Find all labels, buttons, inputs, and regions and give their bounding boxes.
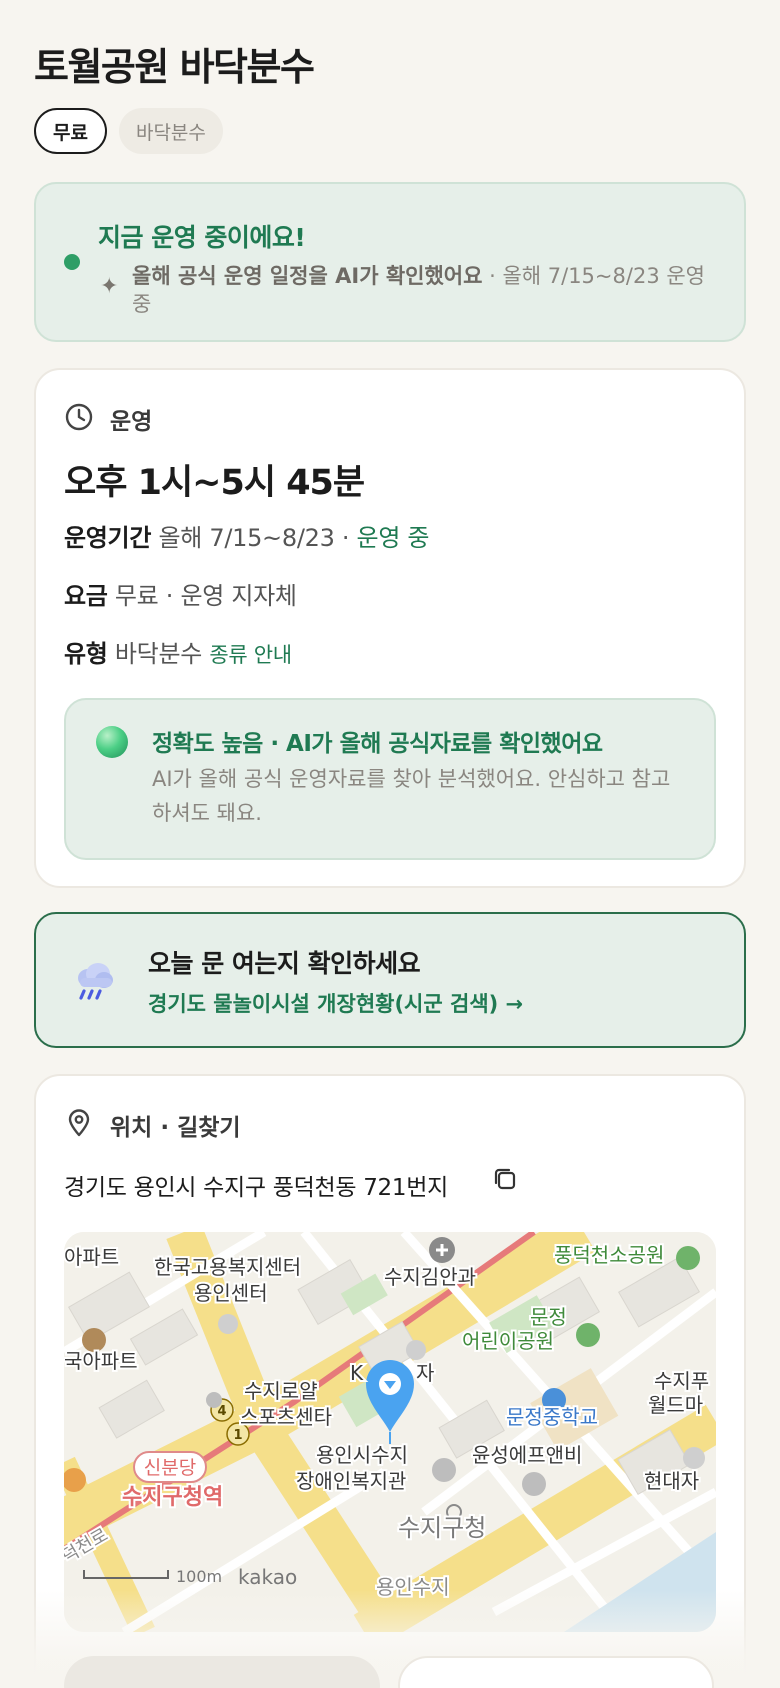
type-value: 바닥분수: [114, 640, 203, 668]
status-card: 지금 운영 중이에요! ✦ 올해 공식 운영 일정을 AI가 확인했어요 · 올…: [34, 182, 746, 342]
open-status-link[interactable]: 경기도 물놀이시설 개장현황(시군 검색) →: [148, 988, 523, 1018]
rain-cloud-icon: [72, 958, 116, 1006]
address-text: 경기도 용인시 수지구 풍덕천동 721번지: [64, 1175, 448, 1201]
period-key: 운영기간: [64, 524, 152, 552]
map-label-munjeong-school: 문정중학교: [506, 1405, 598, 1429]
location-header: 위치 · 길찾기: [64, 1108, 241, 1142]
operation-hours: 오후 1시~5시 45분: [64, 463, 365, 503]
map-label-suji-world-1: 수지푸: [654, 1369, 709, 1393]
map-label-suji-kimanwa: 수지김안과: [384, 1265, 476, 1289]
location-pin-icon: [64, 1108, 94, 1142]
map-label-suji-world-2: 월드마: [648, 1393, 703, 1417]
map-view[interactable]: 4 1 신분당 아파트 한국고용복지센터 용인센터 수지김안과 풍덕천소공원 문…: [64, 1232, 716, 1632]
map-label-suji-office: 수지구청: [398, 1514, 486, 1542]
map-label-disabled-2: 장애인복지관: [296, 1469, 406, 1493]
map-label-k: K: [350, 1361, 364, 1385]
chip-free[interactable]: 무료: [34, 108, 107, 154]
fee-key: 요금: [64, 582, 108, 610]
map-label-apartment-left: 국아파트: [64, 1349, 138, 1373]
tag-chips: 무료 바닥분수: [34, 108, 223, 154]
map-svg[interactable]: 4 1 신분당 아파트 한국고용복지센터 용인센터 수지김안과 풍덕천소공원 문…: [64, 1232, 716, 1632]
map-label-sports-2: 스포츠센타: [240, 1405, 332, 1429]
type-guide-link[interactable]: 종류 안내: [209, 643, 292, 667]
map-label-yunseong: 윤성에프앤비: [472, 1443, 582, 1467]
type-key: 유형: [64, 640, 108, 668]
map-label-apartment-top: 아파트: [64, 1245, 119, 1269]
check-open-card[interactable]: 오늘 문 여는지 확인하세요 경기도 물놀이시설 개장현황(시군 검색) →: [34, 912, 746, 1048]
map-label-suji-station: 수지구청역: [122, 1485, 223, 1510]
location-label: 위치 · 길찾기: [110, 1115, 241, 1141]
accuracy-box: 정확도 높음 · AI가 올해 공식자료를 확인했어요 AI가 올해 공식 운영…: [64, 698, 716, 860]
map-label-employment-1: 한국고용복지센터: [154, 1255, 301, 1279]
map-badge-1: 1: [233, 1428, 242, 1443]
accuracy-title: 정확도 높음 · AI가 올해 공식자료를 확인했어요: [152, 731, 603, 757]
map-label-munjeong-1: 문정: [530, 1305, 567, 1329]
status-desc: 올해 공식 운영 일정을 AI가 확인했어요 · 올해 7/15~8/23 운영…: [132, 262, 722, 318]
page-title: 토월공원 바닥분수: [34, 45, 315, 89]
copy-icon[interactable]: [490, 1164, 520, 1198]
map-label-hyundai: 현대자: [644, 1469, 699, 1493]
operation-card: 운영 오후 1시~5시 45분 운영기간 올해 7/15~8/23 · 운영 중…: [34, 368, 746, 888]
map-kakao-logo: kakao: [238, 1565, 297, 1589]
map-label-disabled-1: 용인시수지: [316, 1443, 408, 1467]
accuracy-desc: AI가 올해 공식 운영자료를 찾아 분석했어요. 안심하고 참고하셔도 돼요.: [152, 767, 671, 825]
fee-value: 무료 · 운영 지자체: [114, 582, 297, 610]
period-status: 운영 중: [356, 524, 430, 552]
operation-label: 운영: [110, 409, 153, 435]
operation-header: 운영: [64, 402, 152, 436]
status-dot: [64, 254, 80, 270]
check-title: 오늘 문 여는지 확인하세요: [148, 949, 421, 978]
map-label-munjeong-2: 어린이공원: [462, 1329, 554, 1353]
bottom-button-right[interactable]: [398, 1656, 714, 1688]
map-scale-label: 100m: [176, 1567, 222, 1586]
chip-floor-fountain[interactable]: 바닥분수: [118, 108, 223, 154]
status-title: 지금 운영 중이에요!: [98, 223, 306, 252]
map-label-sports-1: 수지로얄: [244, 1379, 318, 1403]
accuracy-orb-icon: [96, 726, 128, 758]
sparkle-icon: ✦: [100, 274, 119, 299]
period-row: 운영기간 올해 7/15~8/23 · 운영 중: [64, 518, 430, 553]
map-label-plaza-suffix: 자: [416, 1361, 434, 1385]
period-value: 올해 7/15~8/23 ·: [158, 524, 357, 552]
status-desc-strong: 올해 공식 운영 일정을 AI가 확인했어요: [132, 264, 483, 288]
type-row: 유형 바닥분수 종류 안내: [64, 634, 292, 669]
map-sinbundang-label: 신분당: [144, 1457, 196, 1479]
map-label-employment-2: 용인센터: [194, 1281, 268, 1305]
map-label-pungdeokcheon-park: 풍덕천소공원: [554, 1243, 664, 1267]
bottom-button-left[interactable]: [64, 1656, 380, 1688]
clock-icon: [64, 402, 94, 436]
fee-row: 요금 무료 · 운영 지자체: [64, 576, 297, 611]
